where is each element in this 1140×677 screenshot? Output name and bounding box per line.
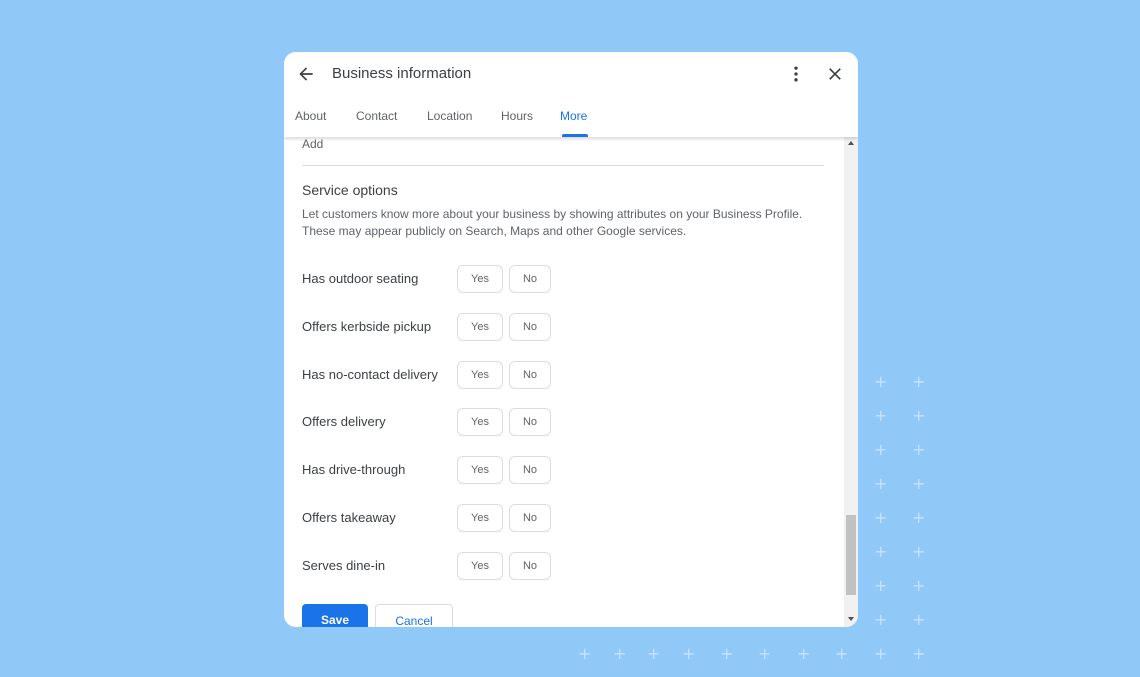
dialog-title: Business information	[332, 65, 472, 82]
dialog-content: Add Service options Let customers know m…	[284, 137, 844, 627]
tab-hours[interactable]: Hours	[501, 109, 533, 123]
add-link[interactable]: Add	[302, 137, 323, 151]
plus-decoration-icon: +	[797, 644, 811, 663]
plus-decoration-icon: +	[874, 610, 888, 629]
plus-decoration-icon: +	[912, 406, 926, 425]
attribute-label: Offers takeaway	[302, 510, 396, 525]
plus-decoration-icon: +	[912, 542, 926, 561]
plus-decoration-icon: +	[758, 644, 772, 663]
plus-decoration-icon: +	[874, 474, 888, 493]
plus-decoration-icon: +	[835, 644, 849, 663]
more-vert-icon	[794, 66, 798, 82]
plus-decoration-icon: +	[874, 372, 888, 391]
close-button[interactable]	[825, 64, 845, 84]
active-tab-indicator	[562, 134, 588, 137]
yes-button[interactable]: Yes	[457, 313, 503, 341]
no-button[interactable]: No	[509, 408, 551, 436]
no-button[interactable]: No	[509, 265, 551, 293]
plus-decoration-icon: +	[912, 440, 926, 459]
plus-decoration-icon: +	[682, 644, 696, 663]
plus-decoration-icon: +	[912, 372, 926, 391]
scroll-up-arrow-icon[interactable]	[848, 141, 854, 145]
yes-button[interactable]: Yes	[457, 552, 503, 580]
yes-button[interactable]: Yes	[457, 408, 503, 436]
plus-decoration-icon: +	[874, 406, 888, 425]
save-button[interactable]: Save	[302, 604, 368, 627]
attribute-label: Has no-contact delivery	[302, 367, 438, 382]
more-options-button[interactable]	[786, 64, 806, 84]
tab-more[interactable]: More	[560, 109, 587, 123]
attribute-label: Has outdoor seating	[302, 271, 419, 286]
attribute-label: Has drive-through	[302, 462, 406, 477]
close-icon	[829, 68, 841, 80]
no-button[interactable]: No	[509, 313, 551, 341]
yes-button[interactable]: Yes	[457, 504, 503, 532]
yes-button[interactable]: Yes	[457, 265, 503, 293]
dialog-header: Business information About Contact Locat…	[284, 52, 858, 137]
no-button[interactable]: No	[509, 456, 551, 484]
attribute-row-no-contact-delivery: Has no-contact delivery Yes No	[302, 361, 582, 389]
arrow-left-icon	[299, 67, 313, 81]
plus-decoration-icon: +	[912, 610, 926, 629]
plus-decoration-icon: +	[874, 576, 888, 595]
attribute-row-dine-in: Serves dine-in Yes No	[302, 552, 582, 580]
scrollbar-thumb[interactable]	[846, 515, 856, 595]
scrollbar[interactable]	[844, 137, 858, 627]
plus-decoration-icon: +	[912, 474, 926, 493]
plus-decoration-icon: +	[720, 644, 734, 663]
attribute-label: Serves dine-in	[302, 558, 386, 573]
plus-decoration-icon: +	[647, 644, 661, 663]
plus-decoration-icon: +	[912, 508, 926, 527]
section-description: Let customers know more about your busin…	[302, 207, 803, 238]
attribute-label: Offers kerbside pickup	[302, 319, 432, 334]
yes-button[interactable]: Yes	[457, 456, 503, 484]
tab-location[interactable]: Location	[427, 109, 472, 123]
attribute-row-kerbside-pickup: Offers kerbside pickup Yes No	[302, 313, 582, 341]
attribute-row-delivery: Offers delivery Yes No	[302, 408, 582, 436]
back-button[interactable]	[296, 64, 316, 84]
attribute-row-takeaway: Offers takeaway Yes No	[302, 504, 582, 532]
attribute-label: Offers delivery	[302, 414, 386, 429]
no-button[interactable]: No	[509, 552, 551, 580]
no-button[interactable]: No	[509, 504, 551, 532]
plus-decoration-icon: +	[874, 542, 888, 561]
plus-decoration-icon: +	[912, 576, 926, 595]
divider	[302, 165, 824, 166]
no-button[interactable]: No	[509, 361, 551, 389]
business-information-dialog: Business information About Contact Locat…	[284, 52, 858, 627]
plus-decoration-icon: +	[874, 508, 888, 527]
yes-button[interactable]: Yes	[457, 361, 503, 389]
plus-decoration-icon: +	[874, 440, 888, 459]
scroll-down-arrow-icon[interactable]	[848, 617, 854, 621]
plus-decoration-icon: +	[578, 644, 592, 663]
tab-contact[interactable]: Contact	[356, 109, 397, 123]
section-title: Service options	[302, 182, 398, 198]
attribute-row-drive-through: Has drive-through Yes No	[302, 456, 582, 484]
attribute-row-outdoor-seating: Has outdoor seating Yes No	[302, 265, 582, 293]
plus-decoration-icon: +	[874, 644, 888, 663]
plus-decoration-icon: +	[912, 644, 926, 663]
tab-about[interactable]: About	[295, 109, 326, 123]
cancel-button[interactable]: Cancel	[375, 604, 453, 627]
plus-decoration-icon: +	[613, 644, 627, 663]
